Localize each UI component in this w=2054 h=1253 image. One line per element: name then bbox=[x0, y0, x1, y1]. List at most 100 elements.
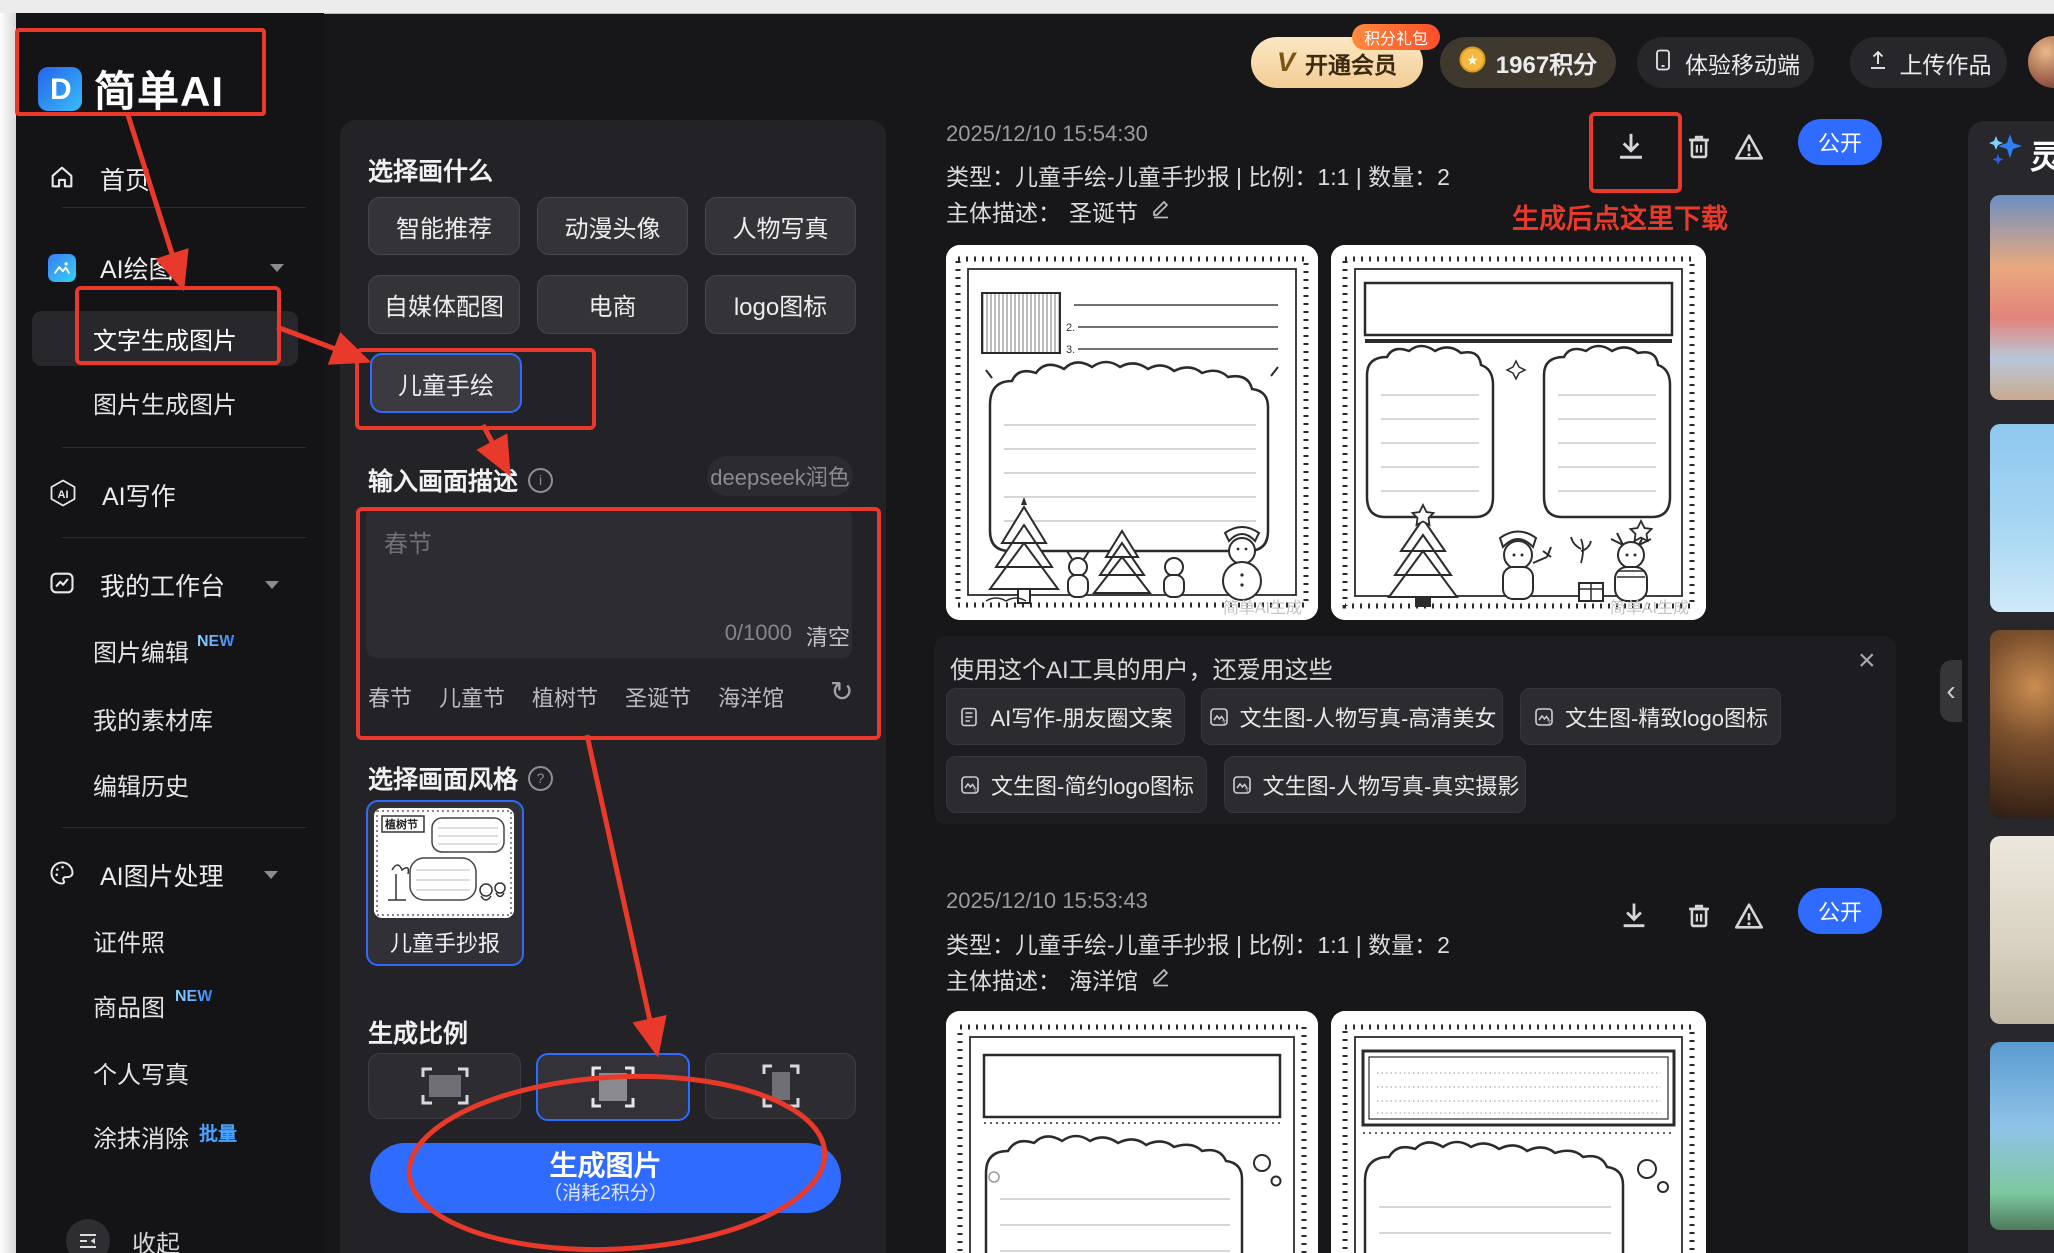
result-meta: 类型：儿童手绘-儿童手抄报 | 比例：1:1 | 数量：2 bbox=[946, 932, 1450, 958]
sidebar-item-ai-image-process[interactable]: AI图片处理 bbox=[48, 851, 308, 899]
ratio-option-landscape[interactable] bbox=[368, 1053, 521, 1119]
download-button[interactable] bbox=[1612, 128, 1650, 171]
ratio-option-square[interactable] bbox=[536, 1053, 690, 1121]
style-card-children-newspaper[interactable]: 植树节 儿童手抄报 bbox=[366, 800, 524, 966]
upload-work-button[interactable]: 上传作品 bbox=[1850, 37, 2007, 88]
app-logo[interactable]: D 简单AI bbox=[38, 58, 224, 119]
sidebar-item-edit-history[interactable]: 编辑历史 bbox=[93, 767, 189, 801]
sidebar-item-text-to-image[interactable]: 文字生成图片 bbox=[32, 311, 298, 366]
home-icon bbox=[48, 163, 76, 196]
image-text-icon: T bbox=[1535, 707, 1553, 727]
sidebar-item-workspace[interactable]: 我的工作台 bbox=[48, 561, 308, 609]
logo-text: 简单AI bbox=[94, 68, 225, 115]
style-thumb-text: 植树节 bbox=[384, 817, 418, 831]
tag-item[interactable]: 春节 bbox=[368, 681, 412, 713]
sidebar-item-product-image[interactable]: 商品图 NEW bbox=[93, 988, 212, 1022]
sidebar-item-material-lib[interactable]: 我的素材库 bbox=[93, 701, 213, 735]
publish-button[interactable]: 公开 bbox=[1798, 119, 1882, 165]
recommend-chip-beauty[interactable]: T 文生图-人物写真-高清美女 bbox=[1201, 688, 1503, 745]
desc-label: 主体描述： bbox=[946, 968, 1061, 994]
report-button[interactable] bbox=[1732, 899, 1766, 938]
doc-icon bbox=[961, 707, 978, 726]
tag-item[interactable]: 海洋馆 bbox=[718, 681, 784, 713]
sidebar-item-label: 商品图 bbox=[93, 995, 165, 1022]
help-icon[interactable]: ? bbox=[528, 765, 554, 791]
publish-button[interactable]: 公开 bbox=[1798, 888, 1882, 934]
generated-image-ocean-2[interactable] bbox=[1331, 1011, 1706, 1253]
category-ecommerce[interactable]: 电商 bbox=[537, 275, 688, 334]
inspiration-thumbnail[interactable] bbox=[1990, 630, 2054, 818]
sidebar-item-label: 证件照 bbox=[93, 930, 165, 957]
deepseek-polish-label: deepseek润色 bbox=[710, 465, 850, 490]
sidebar-item-image-to-image[interactable]: 图片生成图片 bbox=[93, 385, 237, 419]
category-smart[interactable]: 智能推荐 bbox=[368, 197, 520, 255]
sidebar-collapse-button[interactable]: 收起 bbox=[66, 1219, 180, 1253]
sidebar-item-label: 我的素材库 bbox=[93, 708, 213, 735]
report-button[interactable] bbox=[1732, 130, 1766, 169]
inspiration-thumbnail[interactable] bbox=[1990, 1042, 2054, 1230]
svg-text:3.: 3. bbox=[1066, 344, 1075, 356]
style-title: 选择画面风格 ? bbox=[368, 760, 554, 796]
result-meta: 类型：儿童手绘-儿童手抄报 | 比例：1:1 | 数量：2 bbox=[946, 164, 1450, 190]
edit-pencil-icon[interactable] bbox=[1150, 197, 1172, 225]
svg-text:T: T bbox=[973, 788, 978, 795]
sidebar-item-ai-writing[interactable]: AI AI写作 bbox=[48, 471, 308, 519]
choose-what-title: 选择画什么 bbox=[368, 158, 494, 186]
category-logo[interactable]: logo图标 bbox=[705, 275, 856, 334]
info-icon[interactable]: i bbox=[528, 467, 554, 493]
generated-image-christmas-2[interactable]: 简单AI生成 bbox=[1331, 245, 1706, 620]
inspiration-thumbnail[interactable] bbox=[1990, 424, 2054, 612]
desc-title-label: 输入画面描述 bbox=[368, 468, 519, 496]
credits-button[interactable]: ★ 1967积分 bbox=[1440, 37, 1616, 88]
sidebar-item-label: AI图片处理 bbox=[100, 863, 224, 891]
recommend-chip-fine-logo[interactable]: T 文生图-精致logo图标 bbox=[1520, 688, 1781, 745]
tag-item[interactable]: 儿童节 bbox=[439, 681, 505, 713]
edit-pencil-icon[interactable] bbox=[1150, 965, 1172, 993]
tag-item[interactable]: 植树节 bbox=[532, 681, 598, 713]
sidebar-item-smear-erase[interactable]: 涂抹消除 批量 bbox=[93, 1119, 237, 1153]
sidebar-item-ai-draw[interactable]: AI绘图 bbox=[48, 244, 308, 292]
mobile-app-button[interactable]: 体验移动端 bbox=[1637, 37, 1814, 88]
palette-icon bbox=[48, 859, 76, 892]
desc-label: 主体描述： bbox=[946, 200, 1061, 226]
recommend-chip-simple-logo[interactable]: T 文生图-简约logo图标 bbox=[946, 756, 1207, 813]
sidebar-item-id-photo[interactable]: 证件照 bbox=[93, 923, 165, 957]
chevron-down-icon bbox=[269, 264, 284, 272]
close-icon[interactable]: × bbox=[1858, 644, 1876, 678]
tag-item[interactable]: 圣诞节 bbox=[625, 681, 691, 713]
clear-button[interactable]: 清空 bbox=[806, 620, 850, 652]
style-card-thumbnail: 植树节 bbox=[374, 808, 514, 918]
gift-badge: 积分礼包 bbox=[1352, 24, 1440, 50]
generated-image-ocean-1[interactable] bbox=[946, 1011, 1318, 1253]
recommend-chip-writing[interactable]: AI写作-朋友圈文案 bbox=[946, 688, 1185, 745]
category-label: 智能推荐 bbox=[396, 215, 492, 243]
recommend-chip-real-photo[interactable]: T 文生图-人物写真-真实摄影 bbox=[1224, 756, 1526, 813]
refresh-icon[interactable]: ↻ bbox=[830, 675, 853, 708]
generated-image-christmas-1[interactable]: 2. 3. 简单AI生成 bbox=[946, 245, 1318, 620]
delete-button[interactable] bbox=[1682, 899, 1716, 938]
category-anime-avatar[interactable]: 动漫头像 bbox=[537, 197, 688, 255]
image-text-icon: T bbox=[961, 775, 979, 795]
category-portrait[interactable]: 人物写真 bbox=[705, 197, 856, 255]
chip-label: 文生图-精致logo图标 bbox=[1565, 705, 1768, 731]
sidebar-item-image-edit[interactable]: 图片编辑 NEW bbox=[93, 633, 234, 667]
rail-collapse-handle[interactable]: ‹ bbox=[1940, 660, 1962, 722]
publish-label: 公开 bbox=[1817, 900, 1862, 925]
avatar[interactable] bbox=[2028, 36, 2054, 88]
svg-text:★: ★ bbox=[1466, 52, 1479, 68]
deepseek-polish-button[interactable]: deepseek润色 bbox=[707, 456, 853, 496]
sidebar-item-label: 编辑历史 bbox=[93, 774, 189, 801]
download-button[interactable] bbox=[1616, 898, 1652, 939]
suggest-tags: 春节 儿童节 植树节 圣诞节 海洋馆 bbox=[368, 681, 784, 713]
sidebar-item-home[interactable]: 首页 bbox=[48, 155, 308, 203]
sidebar-item-personal-photo[interactable]: 个人写真 bbox=[93, 1055, 189, 1089]
category-media-image[interactable]: 自媒体配图 bbox=[368, 275, 520, 334]
ratio-option-portrait[interactable] bbox=[705, 1053, 856, 1119]
inspiration-thumbnail[interactable] bbox=[1990, 195, 2054, 400]
category-children-drawing[interactable]: 儿童手绘 bbox=[370, 353, 522, 413]
char-counter-value: 0/1000 bbox=[724, 620, 792, 645]
delete-button[interactable] bbox=[1682, 130, 1716, 169]
ai-draw-icon bbox=[48, 254, 76, 282]
generate-button[interactable]: 生成图片 （消耗2积分） bbox=[370, 1143, 841, 1213]
inspiration-thumbnail[interactable] bbox=[1990, 836, 2054, 1024]
